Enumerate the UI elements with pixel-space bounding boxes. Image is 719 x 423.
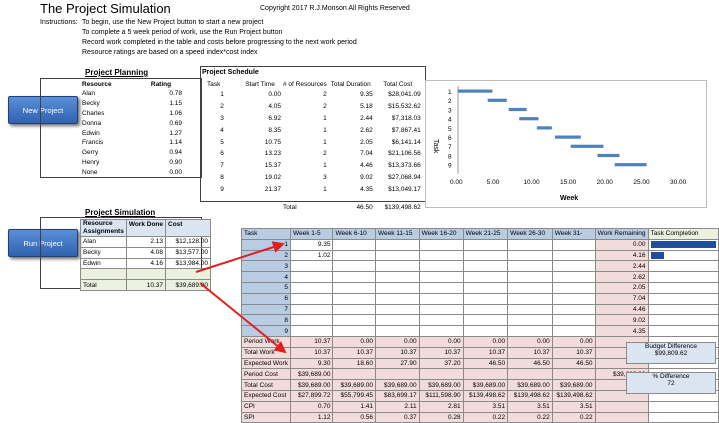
summary-value: 1.12: [289, 411, 334, 423]
summary-value: [594, 411, 649, 423]
summary-value: 0.22: [462, 411, 509, 423]
summary-label: SPI: [241, 411, 291, 423]
summary-value: 0.22: [507, 411, 553, 423]
summary-value: 0.56: [332, 411, 376, 423]
arrow-cost: [199, 282, 287, 354]
summary-value: 0.37: [375, 411, 420, 423]
summary-value: 0.22: [551, 411, 596, 423]
annotation-arrows: [195, 241, 287, 354]
summary-row: SPI 1.12 0.56 0.37 0.28 0.22 0.22 0.22: [241, 411, 719, 423]
summary-value: 0.28: [418, 411, 464, 423]
summary-blank: [647, 411, 719, 423]
arrow-work: [195, 241, 285, 273]
